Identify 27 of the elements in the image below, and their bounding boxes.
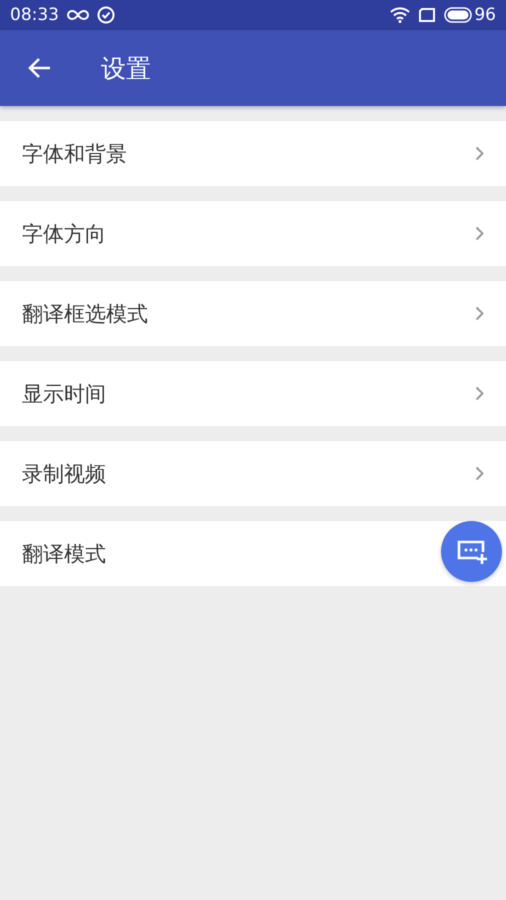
back-arrow-icon [27,57,51,79]
settings-item[interactable]: 显示时间 [0,361,506,426]
chevron-right-icon [475,466,484,481]
chevron-right-icon [475,146,484,161]
settings-item-label: 字体方向 [22,220,106,248]
infinity-icon [67,9,89,21]
check-circle-icon [97,6,115,24]
settings-item[interactable]: 字体方向 [0,201,506,266]
settings-item-label: 翻译框选模式 [22,300,148,328]
settings-item[interactable]: 翻译模式 [0,521,506,586]
chevron-right-icon [475,306,484,321]
settings-item-label: 录制视频 [22,460,106,488]
clock: 08:33 [10,5,59,25]
settings-item[interactable]: 录制视频 [0,441,506,506]
battery-level: 96 [474,5,496,25]
chevron-right-icon [475,386,484,401]
settings-item[interactable]: 翻译框选模式 [0,281,506,346]
settings-item-label: 字体和背景 [22,140,127,168]
chevron-right-icon [475,226,484,241]
settings-item-label: 翻译模式 [22,540,106,568]
settings-item[interactable]: 字体和背景 [0,121,506,186]
settings-item-label: 显示时间 [22,380,106,408]
message-plus-icon [456,538,488,564]
battery-icon [444,7,472,23]
screen-title: 设置 [101,52,151,84]
sim-card-icon [418,8,436,22]
wifi-icon [390,7,410,23]
